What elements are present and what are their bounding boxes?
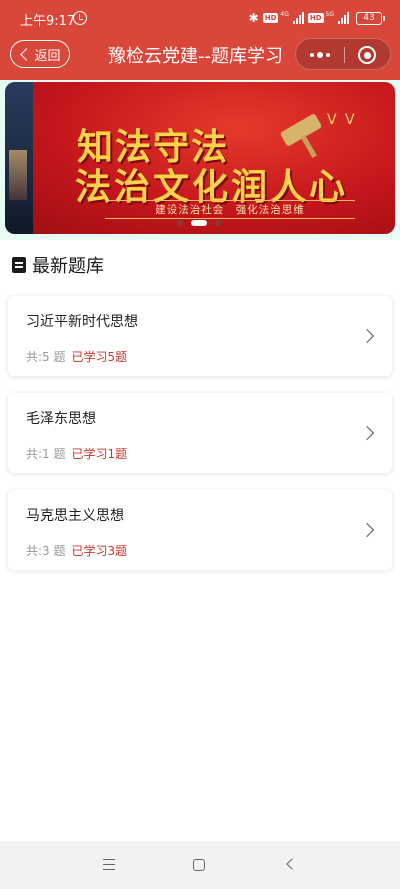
page-title: 豫检云党建--题库学习 (108, 46, 283, 67)
card-meta: 共:3 题 已学习3题 (26, 542, 127, 559)
chevron-left-icon (20, 47, 34, 61)
home-icon[interactable] (193, 859, 205, 871)
network-label-2: 5G (325, 10, 334, 18)
chevron-right-icon (359, 328, 375, 344)
card-title: 毛泽东思想 (26, 411, 96, 427)
card-learned-count: 已学习3题 (71, 544, 128, 558)
document-icon (12, 257, 26, 273)
battery-icon: 43 (356, 11, 385, 25)
card-question-count: 共:1 题 (26, 447, 66, 461)
bluetooth-icon: ✱ (248, 11, 259, 25)
card-learned-count: 已学习1题 (71, 447, 128, 461)
birds-icon: ᐯ ᐯ (327, 112, 357, 128)
carousel-indicator (177, 220, 221, 226)
chevron-right-icon (359, 522, 375, 538)
carousel-dot[interactable] (177, 220, 183, 226)
system-navigation-bar (0, 841, 400, 889)
mini-program-capsule (295, 38, 391, 70)
menu-icon[interactable] (103, 859, 115, 870)
question-bank-card[interactable]: 习近平新时代思想 共:5 题 已学习5题 (8, 296, 392, 376)
banner-carousel[interactable]: 知法守法 ᐯ ᐯ 法治文化润人心 建设法治社会 强化法治思维 (5, 82, 395, 234)
chevron-right-icon (359, 425, 375, 441)
card-question-count: 共:5 题 (26, 350, 66, 364)
back-button-label: 返回 (34, 48, 61, 64)
section-header: 最新题库 (12, 254, 104, 277)
banner-prev-slide-peek (5, 82, 33, 234)
back-button[interactable]: 返回 (10, 40, 70, 68)
hd-badge-2: HD (307, 13, 324, 23)
status-indicators: ✱ HD 4G HD 5G 43 (248, 9, 385, 27)
card-meta: 共:5 题 已学习5题 (26, 348, 127, 365)
alarm-icon (73, 11, 87, 25)
carousel-dot-active[interactable] (191, 220, 207, 226)
network-label: 4G (280, 10, 289, 18)
gavel-icon (279, 113, 323, 147)
card-title: 习近平新时代思想 (26, 314, 138, 330)
signal-icon (292, 12, 304, 24)
question-bank-card[interactable]: 马克思主义思想 共:3 题 已学习3题 (8, 490, 392, 570)
more-icon[interactable] (308, 48, 332, 62)
carousel-dot[interactable] (215, 220, 221, 226)
status-time: 上午9:17 (20, 14, 76, 29)
capsule-divider (344, 47, 345, 63)
signal-icon-2 (338, 12, 349, 24)
section-title: 最新题库 (32, 256, 104, 277)
banner-area: 知法守法 ᐯ ᐯ 法治文化润人心 建设法治社会 强化法治思维 (0, 80, 400, 240)
top-bar: 上午9:17 ✱ HD 4G HD 5G 43 返回 豫检云党建--题库学习 (0, 0, 400, 80)
close-program-icon[interactable] (358, 46, 376, 64)
card-question-count: 共:3 题 (26, 544, 66, 558)
back-icon[interactable] (286, 858, 298, 870)
banner-subtitle: 建设法治社会 强化法治思维 (105, 200, 355, 219)
card-learned-count: 已学习5题 (71, 350, 128, 364)
hd-badge: HD (262, 13, 279, 23)
card-title: 马克思主义思想 (26, 508, 124, 524)
card-meta: 共:1 题 已学习1题 (26, 445, 127, 462)
status-bar: 上午9:17 ✱ HD 4G HD 5G 43 (0, 0, 400, 36)
question-bank-card[interactable]: 毛泽东思想 共:1 题 已学习1题 (8, 393, 392, 473)
